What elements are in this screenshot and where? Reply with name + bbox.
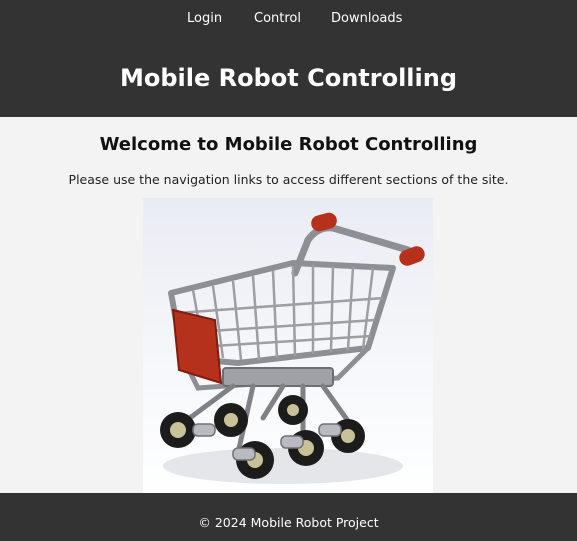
- nav-link-downloads[interactable]: Downloads: [331, 11, 402, 27]
- main-content: Welcome to Mobile Robot Controlling Plea…: [0, 117, 577, 493]
- footer-copyright: © 2024 Mobile Robot Project: [198, 515, 379, 530]
- site-title: Mobile Robot Controlling: [119, 64, 458, 92]
- welcome-heading: Welcome to Mobile Robot Controlling: [99, 134, 478, 155]
- site-header: Login Control Downloads Mobile Robot Con…: [0, 0, 577, 117]
- site-footer: © 2024 Mobile Robot Project: [0, 493, 577, 541]
- nav-link-control[interactable]: Control: [254, 11, 301, 27]
- shopping-cart-robot-illustration: [160, 212, 425, 484]
- nav-link-login[interactable]: Login: [187, 11, 222, 27]
- robot-image: [143, 198, 433, 493]
- intro-text: Please use the navigation links to acces…: [68, 172, 509, 187]
